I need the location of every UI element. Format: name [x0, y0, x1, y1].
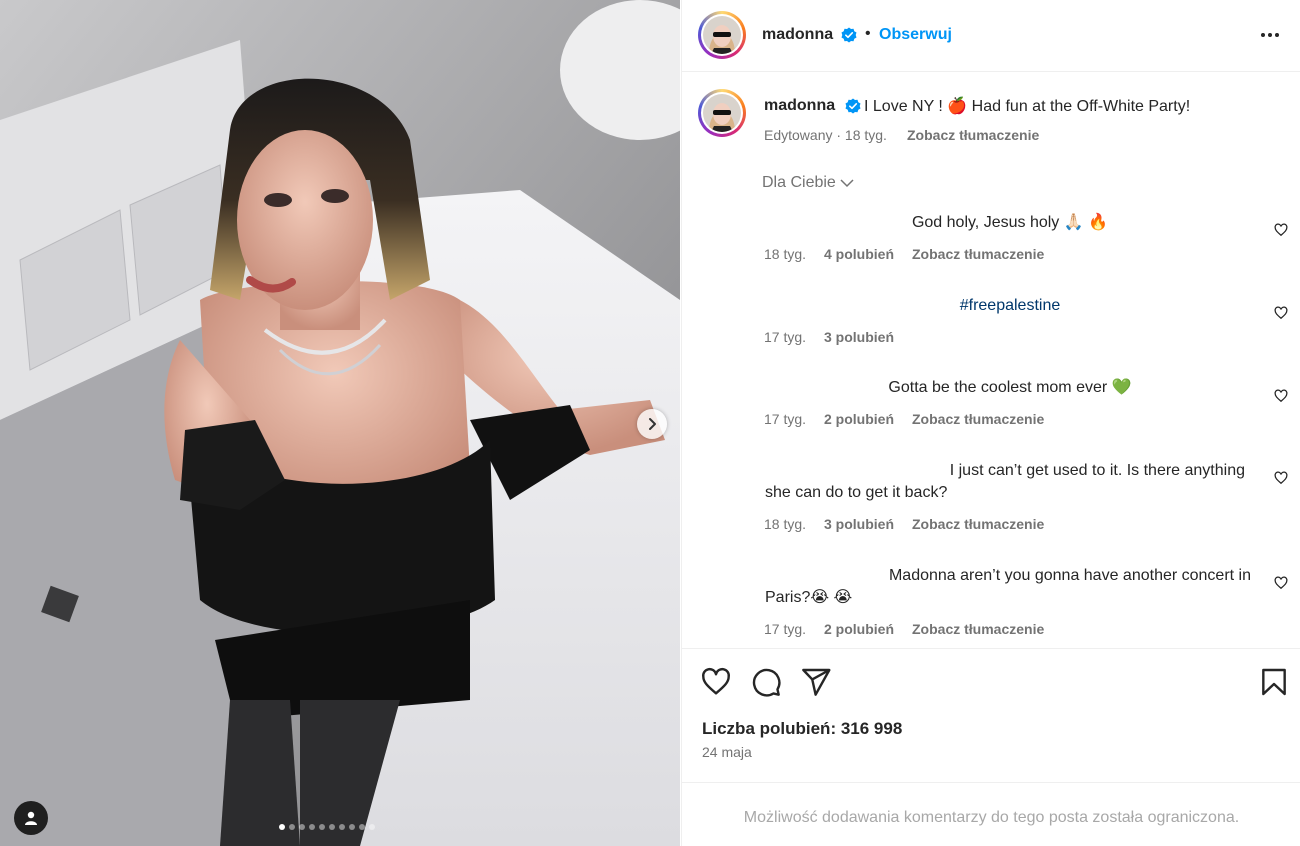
comment-text: God holy, Jesus holy 🙏🏻 🔥: [911, 214, 1109, 231]
comment-text-line: I just can’t get used to it. Is there an…: [949, 462, 1245, 479]
comment-likes-count[interactable]: 3 polubień: [824, 329, 894, 345]
post-media[interactable]: [0, 0, 680, 846]
post-sidebar: madonna • Obserwuj madonna I Love NY ! 🍎…: [681, 0, 1300, 846]
comment-likes-count[interactable]: 2 polubień: [824, 411, 894, 427]
comment-like-heart-icon[interactable]: [1274, 389, 1288, 403]
avatar-image: [703, 16, 741, 54]
tagged-users-button[interactable]: [14, 801, 48, 835]
carousel-dot: [349, 824, 355, 830]
carousel-dot: [309, 824, 315, 830]
user-icon: [25, 811, 37, 825]
comments-restricted-footer: Możliwość dodawania komentarzy do tego p…: [682, 782, 1300, 846]
comment-age: 17 tyg.: [764, 329, 807, 345]
comment-bubble-icon[interactable]: [750, 666, 782, 698]
comment-likes-count[interactable]: 2 polubień: [824, 621, 894, 637]
share-send-icon[interactable]: [800, 666, 832, 698]
comment-like-heart-icon[interactable]: [1274, 576, 1288, 590]
caption-username[interactable]: madonna: [764, 97, 835, 115]
comment-text-line: Paris?😭 😭: [765, 589, 853, 606]
comment-age: 17 tyg.: [764, 411, 807, 427]
avatar[interactable]: [698, 11, 746, 59]
comment-text-line: she can do to get it back?: [765, 484, 948, 501]
carousel-dot: [329, 824, 335, 830]
post-header: madonna • Obserwuj: [682, 0, 1300, 72]
caption-text: I Love NY ! 🍎 Had fun at the Off-White P…: [864, 96, 1190, 116]
comment-like-heart-icon[interactable]: [1274, 471, 1288, 485]
comment-age: 18 tyg.: [764, 516, 807, 532]
carousel-dot: [369, 824, 375, 830]
carousel-dot: [319, 824, 325, 830]
carousel-next-button[interactable]: [637, 409, 667, 439]
verified-badge-icon: [841, 27, 857, 43]
carousel-dot: [299, 824, 305, 830]
header-separator: •: [865, 25, 871, 42]
caption-avatar[interactable]: [698, 89, 746, 137]
caption-edited-time: Edytowany · 18 tyg.: [764, 127, 887, 143]
post-actions: Liczba polubień: 316 998 24 maja: [682, 648, 1300, 782]
comments-restricted-note: Możliwość dodawania komentarzy do tego p…: [743, 809, 1240, 826]
carousel-dot: [289, 824, 295, 830]
comment-age: 18 tyg.: [764, 246, 807, 262]
chevron-down-icon: [840, 179, 854, 188]
post-date[interactable]: 24 maja: [702, 744, 752, 760]
comment-text: Gotta be the coolest mom ever 💚: [888, 379, 1132, 396]
comment-text: #freepalestine: [765, 295, 1255, 317]
caption-translate-link[interactable]: Zobacz tłumaczenie: [907, 127, 1039, 143]
likes-count[interactable]: Liczba polubień: 316 998: [702, 719, 902, 739]
comment-likes-count[interactable]: 4 polubień: [824, 246, 894, 262]
more-options-button[interactable]: [1258, 25, 1282, 45]
avatar-image: [703, 94, 741, 132]
comment-translate-link[interactable]: Zobacz tłumaczenie: [912, 516, 1044, 532]
comment-like-heart-icon[interactable]: [1274, 223, 1288, 237]
save-bookmark-icon[interactable]: [1258, 666, 1290, 698]
hashtag-link[interactable]: #freepalestine: [960, 297, 1061, 314]
comment-text: Madonna aren’t you gonna have another co…: [765, 565, 1255, 609]
carousel-indicator: [279, 824, 375, 830]
comment-translate-link[interactable]: Zobacz tłumaczenie: [912, 246, 1044, 262]
comment-likes-count[interactable]: 3 polubień: [824, 516, 894, 532]
apple-emoji: 🍎: [947, 98, 968, 115]
carousel-dot: [279, 824, 285, 830]
like-heart-icon[interactable]: [700, 666, 732, 698]
caption-text-part2: Had fun at the Off-White Party!: [967, 98, 1191, 115]
post-photo: [0, 0, 680, 846]
more-options-icon: [1261, 33, 1279, 37]
comment-sort-label: Dla Ciebie: [762, 174, 836, 191]
carousel-dot: [359, 824, 365, 830]
comment-translate-link[interactable]: Zobacz tłumaczenie: [912, 411, 1044, 427]
follow-button[interactable]: Obserwuj: [879, 26, 952, 44]
verified-badge-icon: [845, 98, 861, 114]
post-username[interactable]: madonna: [762, 26, 833, 44]
comment-like-heart-icon[interactable]: [1274, 306, 1288, 320]
comment-sort-dropdown[interactable]: Dla Ciebie: [762, 174, 854, 192]
chevron-right-icon: [649, 418, 656, 430]
comment-age: 17 tyg.: [764, 621, 807, 637]
carousel-dot: [339, 824, 345, 830]
comment-translate-link[interactable]: Zobacz tłumaczenie: [912, 621, 1044, 637]
caption-text-part1: I Love NY !: [864, 98, 948, 115]
comment-text: I just can’t get used to it. Is there an…: [765, 460, 1255, 504]
comment-text-line: Madonna aren’t you gonna have another co…: [888, 567, 1251, 584]
